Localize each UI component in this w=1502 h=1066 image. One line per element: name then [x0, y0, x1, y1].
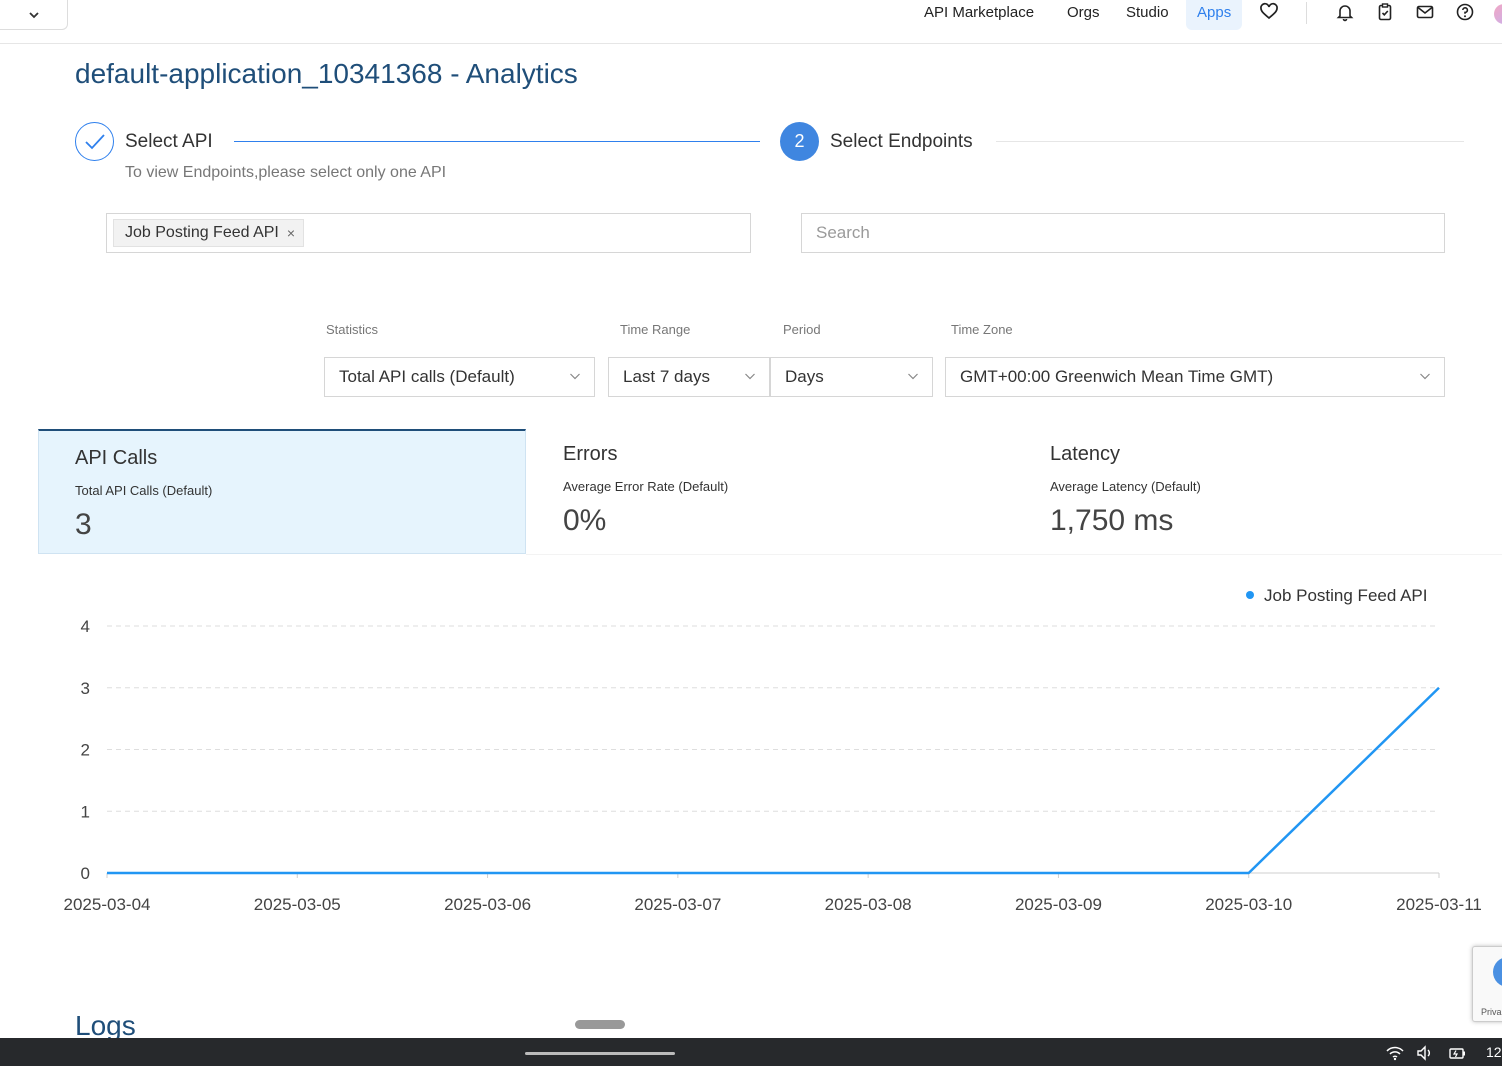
selected-api-tag-label: Job Posting Feed API: [125, 224, 279, 241]
x-tick-label: 2025-03-09: [1015, 895, 1102, 914]
chevron-down-icon: [28, 11, 39, 18]
latency-title: Latency: [1050, 443, 1121, 465]
statistics-select[interactable]: Total API calls (Default): [324, 357, 595, 397]
nav-orgs[interactable]: Orgs: [1067, 0, 1100, 30]
step-hint-text: To view Endpoints,please select only one…: [125, 164, 447, 181]
errors-card[interactable]: Errors Average Error Rate (Default) 0%: [527, 429, 1014, 554]
chevron-down-icon: [745, 373, 755, 380]
mail-icon[interactable]: [1415, 2, 1435, 22]
latency-subtitle: Average Latency (Default): [1050, 479, 1201, 494]
step-connector-line: [234, 141, 760, 142]
page-title: default-application_10341368 - Analytics: [75, 58, 578, 89]
remove-tag-icon[interactable]: ×: [287, 220, 295, 246]
errors-subtitle: Average Error Rate (Default): [563, 479, 729, 494]
x-tick-label: 2025-03-10: [1205, 895, 1292, 914]
statistics-select-value: Total API calls (Default): [339, 367, 515, 386]
clipboard-check-icon[interactable]: [1375, 2, 1395, 22]
nav-api-marketplace[interactable]: API Marketplace: [924, 0, 1034, 30]
help-icon[interactable]: [1455, 2, 1475, 22]
x-tick-label: 2025-03-04: [64, 895, 151, 914]
wifi-icon[interactable]: [1386, 1045, 1404, 1061]
bell-icon[interactable]: [1335, 2, 1355, 22]
battery-icon[interactable]: [1448, 1045, 1466, 1061]
x-tick-label: 2025-03-08: [825, 895, 912, 914]
endpoint-search-input[interactable]: [801, 213, 1445, 253]
org-dropdown-toggle[interactable]: [0, 0, 68, 30]
step1-complete-indicator: [75, 122, 114, 161]
period-label: Period: [783, 322, 821, 337]
resize-drag-handle[interactable]: [575, 1020, 625, 1029]
step2-number-badge: 2: [780, 122, 819, 161]
chevron-down-icon: [908, 373, 918, 380]
api-calls-title: API Calls: [75, 447, 158, 469]
volume-icon[interactable]: [1416, 1045, 1434, 1061]
user-avatar[interactable]: [1494, 4, 1502, 24]
errors-title: Errors: [563, 443, 618, 465]
x-tick-label: 2025-03-05: [254, 895, 341, 914]
api-calls-value: 3: [75, 508, 92, 541]
api-multiselect[interactable]: Job Posting Feed API ×: [106, 213, 751, 253]
time-range-select-value: Last 7 days: [623, 367, 710, 386]
period-select-value: Days: [785, 367, 824, 386]
time-zone-select-value: GMT+00:00 Greenwich Mean Time GMT): [960, 367, 1274, 386]
divider: [526, 554, 1502, 555]
step-connector-line-pending: [996, 141, 1464, 142]
time-zone-select[interactable]: GMT+00:00 Greenwich Mean Time GMT): [945, 357, 1445, 397]
nav-separator: [1306, 2, 1307, 24]
latency-value: 1,750 ms: [1050, 504, 1174, 537]
legend-marker: [1246, 591, 1254, 599]
checkmark-icon: [84, 133, 105, 149]
clock-text: 12: [1486, 1044, 1502, 1060]
period-select[interactable]: Days: [770, 357, 933, 397]
errors-value: 0%: [563, 504, 607, 537]
chevron-down-icon: [570, 373, 580, 380]
api-calls-card[interactable]: API Calls Total API Calls (Default) 3: [38, 429, 526, 554]
latency-card[interactable]: Latency Average Latency (Default) 1,750 …: [1014, 429, 1502, 554]
y-tick-label: 4: [81, 617, 90, 636]
time-range-label: Time Range: [620, 322, 691, 337]
time-zone-label: Time Zone: [951, 322, 1013, 337]
legend-label: Job Posting Feed API: [1264, 586, 1428, 605]
api-calls-line-chart: 0 1 2 3 4 2025-03-04 2025-03-05 2025-03-06 2025…: [64, 586, 1482, 914]
recaptcha-badge[interactable]: Priva: [1472, 946, 1502, 1022]
selected-api-tag: Job Posting Feed API ×: [113, 219, 305, 247]
api-calls-subtitle: Total API Calls (Default): [75, 483, 213, 498]
time-range-select[interactable]: Last 7 days: [608, 357, 770, 397]
y-tick-label: 1: [81, 802, 90, 821]
os-taskbar: 12: [0, 1038, 1502, 1066]
x-tick-label: 2025-03-06: [444, 895, 531, 914]
y-tick-label: 3: [81, 679, 90, 698]
y-tick-label: 2: [81, 741, 90, 760]
step2-label[interactable]: Select Endpoints: [830, 131, 973, 153]
chevron-down-icon: [1420, 373, 1430, 380]
statistics-label: Statistics: [326, 322, 379, 337]
nav-apps[interactable]: Apps: [1186, 0, 1243, 30]
heart-icon[interactable]: [1259, 2, 1279, 22]
series-line: [107, 686, 1440, 875]
home-gesture-bar[interactable]: [525, 1052, 675, 1055]
step1-label[interactable]: Select API: [125, 131, 213, 153]
recaptcha-privacy-text: Priva: [1481, 1007, 1502, 1017]
x-tick-label: 2025-03-11: [1396, 895, 1482, 914]
recaptcha-logo-icon: [1493, 957, 1502, 987]
x-tick-label: 2025-03-07: [634, 895, 721, 914]
top-navigation-bar: API Marketplace Orgs Studio Apps: [0, 0, 1502, 44]
y-tick-label: 0: [81, 864, 90, 883]
nav-studio[interactable]: Studio: [1126, 0, 1169, 30]
